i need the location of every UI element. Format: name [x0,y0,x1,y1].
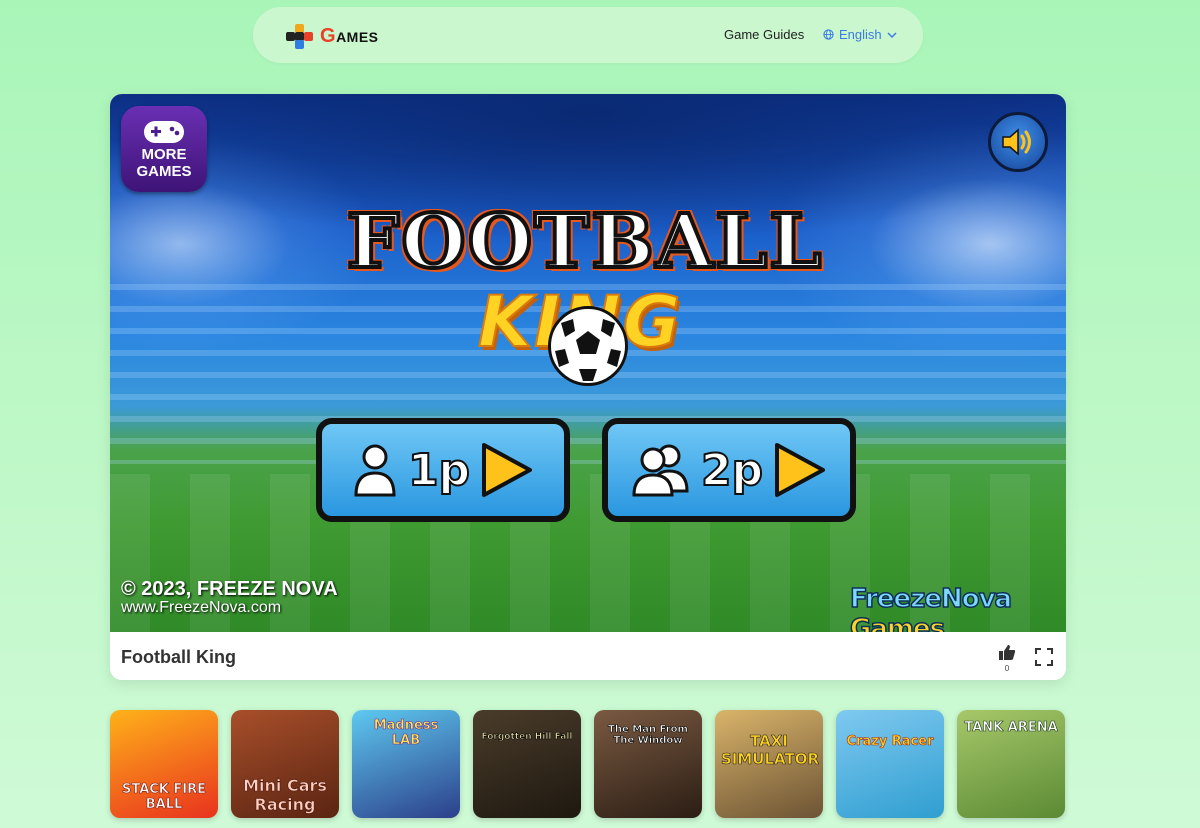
two-player-label: 2p [700,444,764,497]
speaker-icon [1002,128,1031,156]
game-thumbnail-title: Madness LAB [373,718,439,749]
logo-icon [286,24,320,49]
game-logo-football: FOOTBALL [345,197,824,287]
fullscreen-icon [1035,648,1053,666]
chevron-down-icon [887,31,897,38]
language-label: English [839,27,882,42]
game-thumbnail[interactable]: STACK FIRE BALL [110,710,218,818]
game-thumbnail-title: Crazy Racer [846,734,934,750]
two-player-button[interactable]: 2p [602,418,856,522]
fullscreen-button[interactable] [1035,648,1053,671]
more-games-line2: GAMES [136,163,192,180]
logo-text: G AMES [320,25,379,47]
soccer-ball-icon [548,306,628,386]
logo-text-rest: AMES [336,29,379,45]
copyright-text: © 2023, FREEZE NOVA [121,578,338,600]
two-users-icon [632,444,689,497]
play-arrow-icon [775,443,826,497]
like-button[interactable]: 0 [996,644,1018,673]
game-canvas[interactable]: MORE GAMES FOOTBALL KING [110,94,1066,645]
site-logo[interactable]: G AMES [286,24,379,49]
game-thumbnail[interactable]: Mini Cars Racing [231,710,339,818]
game-title: Football King [121,647,236,667]
more-games-line1: MORE [141,146,187,163]
play-arrow-icon [482,443,533,497]
game-thumbnail-title: Mini Cars Racing [243,776,327,815]
game-thumbnail[interactable]: The Man From The Window [594,710,702,818]
logo-text-g: G [320,25,337,47]
game-info-bar: Football King 0 [110,632,1066,680]
game-thumbnail[interactable]: Crazy Racer [836,710,944,818]
globe-icon [823,29,834,40]
top-nav: G AMES Game Guides English [253,7,923,63]
developer-website: www.FreezeNova.com [121,599,282,616]
game-thumbnail-title: TAXI SIMULATOR [721,732,820,769]
one-player-label: 1p [407,444,471,497]
game-container: MORE GAMES FOOTBALL KING [110,94,1066,680]
more-games-button[interactable]: MORE GAMES [121,106,207,192]
game-thumbnail[interactable]: Forgotten Hill Fall [473,710,581,818]
game-thumbnail-title: TANK ARENA [964,720,1058,736]
language-selector[interactable]: English [823,27,897,42]
gamepad-icon [144,121,184,143]
nav-game-guides-link[interactable]: Game Guides [724,27,804,42]
sound-toggle-button[interactable] [988,112,1048,172]
game-thumbnail-title: The Man From The Window [608,724,689,747]
related-games-list: STACK FIRE BALL Mini Cars Racing Madness L… [110,710,1070,820]
one-player-button[interactable]: 1p [316,418,570,522]
single-user-icon [354,444,396,497]
game-thumbnail[interactable]: TAXI SIMULATOR [715,710,823,818]
game-thumbnail[interactable]: Madness LAB [352,710,460,818]
brand-part1: FreezeNova [849,583,1013,615]
game-thumbnail-title: Forgotten Hill Fall [481,732,573,743]
game-thumbnail-title: STACK FIRE BALL [121,782,207,813]
game-thumbnail[interactable]: TANK ARENA [957,710,1065,818]
like-count: 0 [1004,664,1010,673]
thumbs-up-icon [999,645,1016,660]
